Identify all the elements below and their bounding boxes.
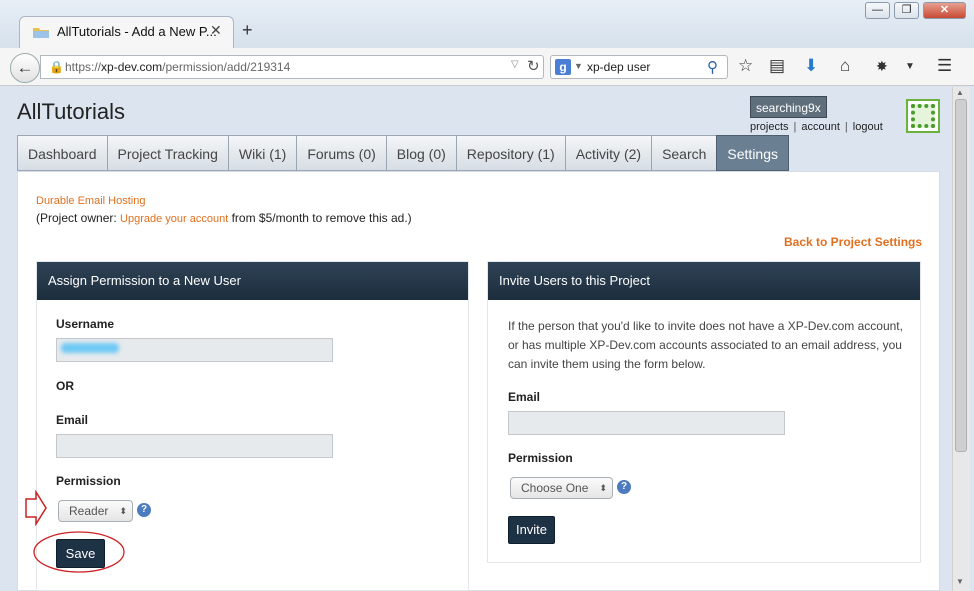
close-window-button[interactable]: ✕ <box>923 2 966 19</box>
nav-tab-project-tracking[interactable]: Project Tracking <box>106 135 229 171</box>
search-bar[interactable]: g ▼ xp-dep user ⚲ <box>550 55 728 79</box>
user-links: projects | account | logout <box>750 121 883 133</box>
project-nav-tabs: Dashboard Project Tracking Wiki (1) Forums … <box>17 135 790 171</box>
permission-help-icon[interactable]: ? <box>137 503 151 517</box>
url-host: xp-dev.com <box>101 60 163 74</box>
invite-email-label: Email <box>508 390 541 404</box>
nav-tab-dashboard[interactable]: Dashboard <box>17 135 108 171</box>
scroll-up-icon[interactable]: ▲ <box>956 88 964 97</box>
or-label: OR <box>56 379 74 393</box>
assign-panel-heading: Assign Permission to a New User <box>37 262 468 300</box>
google-icon[interactable]: g <box>555 59 571 75</box>
new-tab-button[interactable]: + <box>242 20 253 41</box>
search-input[interactable]: xp-dep user <box>587 60 650 74</box>
email-field[interactable] <box>56 434 333 458</box>
select-arrows-icon: ⬍ <box>599 483 607 493</box>
permission-selected-value: Reader <box>69 504 109 518</box>
scroll-down-icon[interactable]: ▼ <box>956 577 964 586</box>
url-path: /permission/add/219314 <box>162 60 291 74</box>
maximize-button[interactable]: ❐ <box>894 2 919 19</box>
addon-icon[interactable]: ✸ <box>876 58 888 75</box>
bookmark-star-icon[interactable]: ☆ <box>738 56 753 76</box>
reload-icon[interactable]: ↻ <box>527 57 540 75</box>
url-text[interactable]: https://xp-dev.com/permission/add/219314 <box>65 60 290 74</box>
upgrade-account-link[interactable]: Upgrade your account <box>120 213 228 225</box>
back-arrow-icon: ← <box>16 58 34 77</box>
nav-tab-repository[interactable]: Repository (1) <box>455 135 566 171</box>
permission-select[interactable]: Reader ⬍ <box>58 500 133 522</box>
select-arrows-icon: ⬍ <box>119 506 127 516</box>
avatar[interactable] <box>906 99 940 133</box>
nav-tab-forums[interactable]: Forums (0) <box>296 135 387 171</box>
url-dropdown-icon[interactable]: ▽ <box>511 59 519 70</box>
permission-label: Permission <box>56 474 121 488</box>
annotation-circle-icon <box>33 531 125 573</box>
back-button[interactable]: ← <box>10 53 40 83</box>
ad-text: (Project owner: Upgrade your account fro… <box>36 211 412 225</box>
url-scheme: https:// <box>65 60 102 74</box>
username-field[interactable] <box>56 338 333 362</box>
invite-description: If the person that you'd like to invite … <box>508 319 903 371</box>
logout-link[interactable]: logout <box>853 121 883 133</box>
folder-favicon-icon <box>33 28 49 38</box>
invite-panel-heading: Invite Users to this Project <box>488 262 920 300</box>
invite-permission-selected-value: Choose One <box>521 481 589 495</box>
invite-users-panel: Invite Users to this Project If the pers… <box>487 261 921 563</box>
username-label: Username <box>56 317 115 331</box>
minimize-button[interactable]: — <box>865 2 890 19</box>
email-label: Email <box>56 413 89 427</box>
menu-icon[interactable]: ☰ <box>937 56 952 76</box>
nav-tab-activity[interactable]: Activity (2) <box>564 135 653 171</box>
tab-title: AllTutorials - Add a New P... <box>57 24 217 39</box>
annotation-arrow-icon <box>25 490 47 526</box>
invite-permission-select[interactable]: Choose One ⬍ <box>510 477 613 499</box>
invite-email-field[interactable] <box>508 411 785 435</box>
nav-tab-settings[interactable]: Settings <box>716 135 790 171</box>
url-bar[interactable]: 🔒 https://xp-dev.com/permission/add/2193… <box>40 55 544 79</box>
search-engine-dropdown-icon[interactable]: ▼ <box>574 61 583 71</box>
nav-tab-wiki[interactable]: Wiki (1) <box>227 135 298 171</box>
invite-button[interactable]: Invite <box>508 516 555 544</box>
scrollbar-thumb[interactable] <box>955 99 967 452</box>
download-icon[interactable]: ⬇ <box>804 56 818 76</box>
projects-link[interactable]: projects <box>750 121 789 133</box>
ad-text-prefix: (Project owner: <box>36 211 121 225</box>
lock-icon: 🔒 <box>49 60 64 74</box>
search-icon[interactable]: ⚲ <box>707 58 718 76</box>
account-link[interactable]: account <box>801 121 840 133</box>
redacted-username <box>61 343 119 353</box>
reading-list-icon[interactable]: ▤ <box>769 56 785 76</box>
ad-link[interactable]: Durable Email Hosting <box>36 195 145 207</box>
home-icon[interactable]: ⌂ <box>840 56 850 76</box>
browser-tab[interactable]: AllTutorials - Add a New P... ✕ <box>19 16 234 48</box>
invite-permission-help-icon[interactable]: ? <box>617 480 631 494</box>
tab-close-icon[interactable]: ✕ <box>210 22 222 39</box>
invite-permission-label: Permission <box>508 451 573 465</box>
nav-tab-search[interactable]: Search <box>651 135 718 171</box>
ad-text-suffix: from $5/month to remove this ad.) <box>228 211 412 225</box>
back-to-settings-link[interactable]: Back to Project Settings <box>784 235 922 249</box>
site-title: AllTutorials <box>17 99 125 124</box>
nav-tab-blog[interactable]: Blog (0) <box>385 135 457 171</box>
dropdown-icon[interactable]: ▼ <box>905 61 915 72</box>
username-badge: searching9x <box>750 96 827 118</box>
